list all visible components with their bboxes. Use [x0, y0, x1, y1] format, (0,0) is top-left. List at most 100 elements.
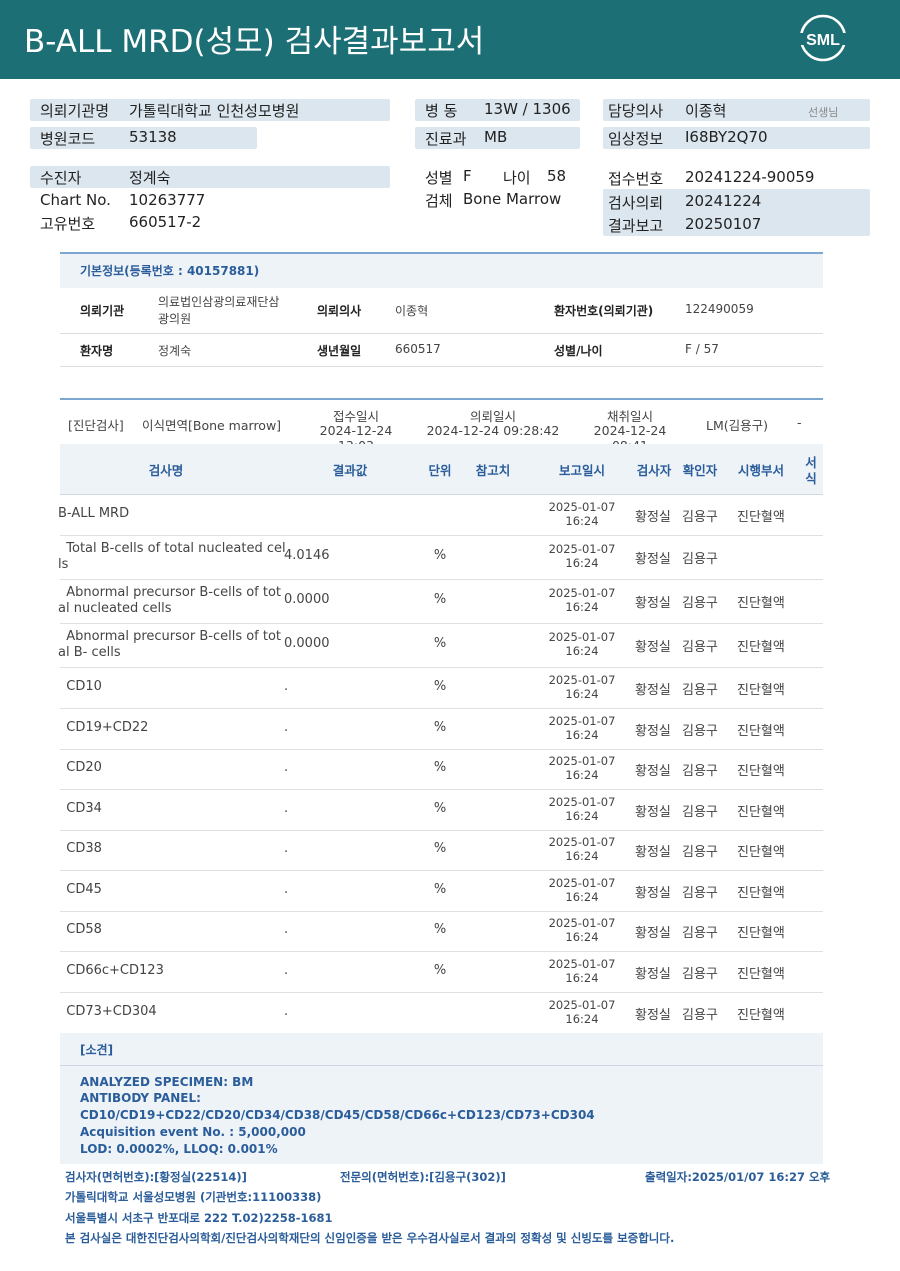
basic-birth-value: 660517: [395, 342, 441, 356]
basic-inst-value-1: 의료법인삼광의료재단삼: [158, 295, 280, 309]
report-title: B-ALL MRD(성모) 검사결과보고서: [24, 24, 485, 60]
dept-value: MB: [484, 128, 508, 146]
cell-unit: %: [433, 922, 447, 937]
diag-lab: LM(김용구): [706, 418, 769, 433]
cell-result: .: [284, 922, 289, 937]
cell-unit: %: [433, 801, 447, 816]
cell-time: 16:24: [565, 849, 599, 863]
table-row: CD45.% 2025-01-07 16:24 황정실 김용구 진단혈액: [60, 870, 823, 912]
cell-date: 2025-01-07: [548, 876, 616, 890]
cell-date: 2025-01-07: [548, 500, 616, 514]
cell-confirmer: 김용구: [682, 596, 718, 611]
cell-name: CD45: [58, 882, 102, 897]
cell-result: .: [284, 760, 289, 775]
request-value: 20241224: [685, 192, 762, 210]
request-label: 검사의뢰: [608, 194, 664, 212]
cell-tester: 황정실: [635, 764, 671, 779]
cell-confirmer: 김용구: [682, 967, 718, 982]
cell-name-cont: al B- cells: [58, 645, 121, 660]
cell-name: CD34: [58, 801, 102, 816]
cell-tester: 황정실: [635, 552, 671, 567]
cell-date: 2025-01-07: [548, 916, 616, 930]
age-label: 나이: [503, 169, 531, 187]
cell-time: 16:24: [565, 600, 599, 614]
age-value: 58: [547, 167, 567, 185]
patient-bar: [30, 166, 390, 188]
th-tester: 검사자: [636, 463, 672, 478]
cell-tester: 황정실: [635, 886, 671, 901]
basic-pno-value: 122490059: [685, 302, 754, 316]
basic-inst-value-2: 광의원: [158, 312, 192, 326]
basic-name-value: 정계숙: [158, 344, 192, 358]
cell-name: Abnormal precursor B-cells of tot: [58, 585, 282, 600]
cell-tester: 황정실: [635, 724, 671, 739]
cell-result: .: [284, 963, 289, 978]
cell-date: 2025-01-07: [548, 542, 616, 556]
cell-name-cont: al nucleated cells: [58, 601, 172, 616]
basic-inst-label: 의뢰기관: [80, 304, 125, 318]
basic-info-heading: 기본정보(등록번호 : 40157881): [60, 252, 823, 288]
table-row: CD19+CD22.% 2025-01-07 16:24 황정실 김용구 진단혈액: [60, 708, 823, 750]
cell-tester: 황정실: [635, 926, 671, 941]
cell-time: 16:24: [565, 687, 599, 701]
cell-name: CD10: [58, 679, 102, 694]
cell-time: 16:24: [565, 556, 599, 570]
cell-name: Total B-cells of total nucleated cel: [58, 541, 286, 556]
finding-line: LOD: 0.0002%, LLOQ: 0.001%: [80, 1142, 278, 1156]
footer-hospital: 가톨릭대학교 서울성모병원 (기관번호:11100338): [65, 1190, 322, 1204]
cell-tester: 황정실: [635, 596, 671, 611]
hospital-code-label: 병원코드: [40, 130, 96, 148]
unique-value: 660517-2: [129, 213, 202, 231]
cell-date: 2025-01-07: [548, 630, 616, 644]
report-label: 결과보고: [608, 217, 664, 235]
basic-row-2: 환자명 정계숙 생년월일 660517 성별/나이 F / 57: [60, 334, 823, 367]
finding-line: CD10/CD19+CD22/CD20/CD34/CD38/CD45/CD58/…: [80, 1108, 595, 1122]
th-form-2: 식: [805, 471, 817, 486]
basic-sexage-value: F / 57: [685, 342, 719, 356]
footer-certification: 본 검사실은 대한진단검사의학회/진단검사의학재단의 신임인증을 받은 우수검사…: [65, 1231, 675, 1245]
cell-confirmer: 김용구: [682, 510, 718, 525]
sex-label: 성별: [425, 169, 453, 187]
cell-name-cont: ls: [58, 557, 69, 572]
cell-name: B-ALL MRD: [58, 506, 130, 521]
th-date: 보고일시: [558, 463, 605, 478]
cell-confirmer: 김용구: [682, 1008, 718, 1023]
patient-value: 정계숙: [129, 169, 171, 187]
findings-title: [소견]: [80, 1043, 114, 1057]
cell-name: CD66c+CD123: [58, 963, 164, 978]
basic-sexage-label: 성별/나이: [554, 344, 603, 358]
th-dept: 시행부서: [737, 463, 784, 478]
table-row: CD34.% 2025-01-07 16:24 황정실 김용구 진단혈액: [60, 789, 823, 831]
cell-dept: 진단혈액: [737, 1008, 785, 1023]
cell-dept: 진단혈액: [737, 510, 785, 525]
receipt-value: 20241224-90059: [685, 168, 815, 186]
cell-dept: 진단혈액: [737, 926, 785, 941]
table-row: CD58.% 2025-01-07 16:24 황정실 김용구 진단혈액: [60, 911, 823, 952]
cell-confirmer: 김용구: [682, 640, 718, 655]
cell-dept: 진단혈액: [737, 640, 785, 655]
table-row: Abnormal precursor B-cells of tot al nucl…: [58, 579, 823, 624]
specimen-value: Bone Marrow: [463, 190, 562, 208]
cell-tester: 황정실: [635, 967, 671, 982]
cell-name: CD58: [58, 922, 102, 937]
findings-heading: [소견]: [60, 1033, 823, 1066]
th-unit: 단위: [428, 463, 452, 478]
table-row: Total B-cells of total nucleated cel ls 4.…: [58, 535, 823, 580]
cell-result: .: [284, 1004, 289, 1019]
cell-time: 16:24: [565, 728, 599, 742]
cell-result: .: [284, 801, 289, 816]
logo-text: SML: [806, 32, 840, 49]
cell-dept: 진단혈액: [737, 886, 785, 901]
cell-date: 2025-01-07: [548, 957, 616, 971]
cell-result: 4.0146: [284, 548, 330, 563]
institution-value: 가톨릭대학교 인천성모병원: [129, 102, 300, 120]
diagnosis-info: [진단검사] 이식면역[Bone marrow] 접수일시 2024-12-24…: [60, 398, 823, 453]
specimen-label: 검체: [425, 192, 453, 210]
basic-name-label: 환자명: [80, 344, 114, 358]
cell-unit: %: [433, 592, 447, 607]
cell-dept: 진단혈액: [737, 764, 785, 779]
th-result: 결과값: [332, 463, 368, 478]
report-header: B-ALL MRD(성모) 검사결과보고서 SML: [0, 0, 900, 79]
cell-time: 16:24: [565, 514, 599, 528]
cell-dept: 진단혈액: [737, 683, 785, 698]
